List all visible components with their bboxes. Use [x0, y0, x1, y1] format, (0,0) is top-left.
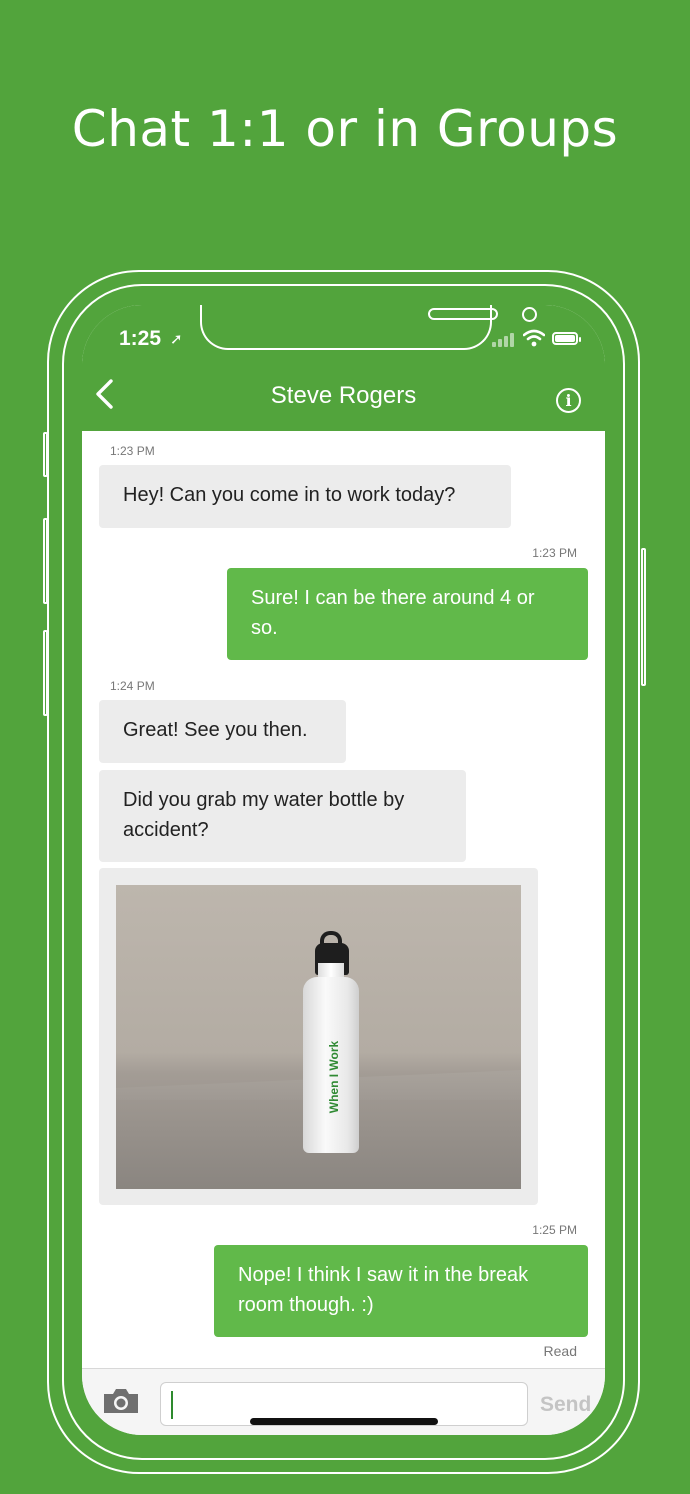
chat-title: Steve Rogers [270, 382, 417, 409]
incoming-message: Did you grab my water bottle by accident… [99, 770, 466, 862]
wifi-icon [523, 329, 545, 347]
message-timestamp: 1:24 PM [110, 679, 155, 693]
outgoing-message: Sure! I can be there around 4 or so. [227, 568, 588, 660]
message-timestamp: 1:25 PM [532, 1223, 577, 1237]
incoming-message: Great! See you then. [99, 700, 346, 763]
water-bottle-photo[interactable]: When I Work [116, 885, 521, 1189]
battery-icon [552, 332, 581, 345]
home-indicator[interactable] [250, 1418, 438, 1425]
camera-icon[interactable] [102, 1387, 140, 1415]
phone-power-button [641, 548, 646, 686]
phone-volume-down-button [43, 630, 48, 716]
image-message[interactable]: When I Work [99, 868, 538, 1205]
status-time: 1:25 [119, 327, 162, 350]
front-camera [522, 307, 537, 322]
incoming-message: Hey! Can you come in to work today? [99, 465, 511, 528]
phone-mute-switch [43, 432, 48, 477]
phone-notch [200, 305, 537, 350]
phone-screen: 1:25 ➚ Steve Rogers i 1:23 PM Hey! Can y… [82, 305, 605, 1435]
read-receipt: Read [543, 1343, 577, 1359]
message-timestamp: 1:23 PM [110, 444, 155, 458]
location-arrow-icon: ➚ [170, 331, 183, 348]
text-cursor [171, 1391, 173, 1419]
outgoing-message: Nope! I think I saw it in the break room… [214, 1245, 588, 1337]
speaker-grille [428, 308, 498, 320]
marketing-headline: Chat 1:1 or in Groups [71, 100, 619, 158]
send-button[interactable]: Send [540, 1393, 591, 1417]
info-icon[interactable]: i [556, 388, 581, 413]
cellular-signal-icon [492, 333, 516, 347]
bottle-logo-text: When I Work [327, 1040, 341, 1114]
message-timestamp: 1:23 PM [532, 546, 577, 560]
message-thread[interactable]: 1:23 PM Hey! Can you come in to work tod… [82, 431, 605, 1368]
phone-volume-up-button [43, 518, 48, 604]
chat-header: Steve Rogers i [82, 361, 605, 431]
